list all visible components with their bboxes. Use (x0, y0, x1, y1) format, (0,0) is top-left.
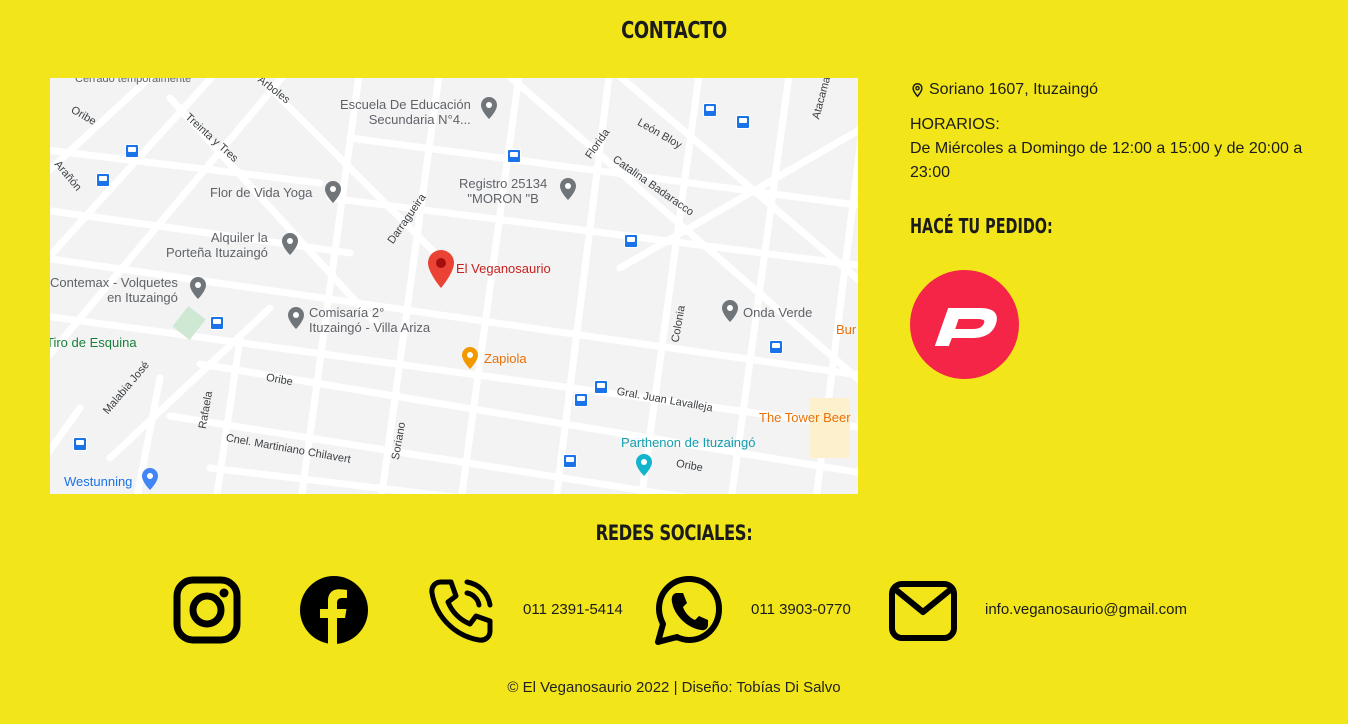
phone-number-1[interactable]: 011 2391-5414 (523, 601, 623, 618)
bus-stop-icon (507, 149, 521, 163)
map-place-cerrado: Cerrado temporalmente (75, 78, 192, 85)
map-pin-icon (282, 233, 298, 255)
map-place-onda-verde: Onda Verde (743, 305, 813, 320)
map-place-flor: Flor de Vida Yoga (210, 185, 313, 200)
hours-text: De Miércoles a Domingo de 12:00 a 15:00 … (910, 140, 1303, 181)
bus-stop-icon (574, 393, 588, 407)
bus-stop-icon (594, 380, 608, 394)
bus-stop-icon (96, 173, 110, 187)
pedidosya-button[interactable] (910, 270, 1019, 379)
map-pin-icon (722, 300, 738, 322)
contact-title: CONTACTO (621, 18, 727, 44)
map-place-registro: Registro 25134 "MORON "B (459, 176, 548, 206)
mail-icon (889, 581, 957, 641)
bus-stop-icon (769, 340, 783, 354)
address-text: Soriano 1607, Ituzaingó (929, 81, 1099, 98)
email-address[interactable]: info.veganosaurio@gmail.com (985, 601, 1187, 618)
footer-credits: © El Veganosaurio 2022 | Diseño: Tobías … (507, 679, 841, 696)
pedidosya-icon (934, 307, 997, 346)
map-pin-icon (462, 347, 478, 369)
whatsapp-link[interactable] (655, 576, 723, 651)
map-pin-icon (142, 468, 158, 490)
map-place-westunning: Westunning (64, 474, 133, 489)
map-pin-icon (325, 181, 341, 203)
bus-stop-icon (73, 437, 87, 451)
phone-link[interactable] (427, 576, 497, 651)
whatsapp-icon (655, 576, 722, 645)
instagram-icon (173, 576, 241, 644)
map-place-comisaria: Comisaría 2° Ituzaingó - Villa Ariza (309, 305, 431, 335)
social-title: REDES SOCIALES: (595, 521, 753, 545)
map-place-tower-beer: The Tower Beer (759, 410, 851, 425)
map-place-parthenon: Parthenon de Ituzaingó (621, 435, 756, 450)
map-marker-icon[interactable] (428, 250, 454, 288)
instagram-link[interactable] (173, 576, 241, 649)
email-link[interactable] (888, 580, 958, 647)
phone-number-2[interactable]: 011 3903-0770 (751, 601, 851, 618)
map-pin-icon (288, 307, 304, 329)
address: Soriano 1607, Ituzaingó (910, 78, 1098, 102)
facebook-link[interactable] (300, 576, 368, 649)
map-place-zapiola: Zapiola (484, 351, 527, 366)
map-place-bur: Bur (836, 322, 857, 337)
bus-stop-icon (703, 103, 717, 117)
map-embed[interactable]: El Veganosaurio Escuela De Educación Sec… (50, 78, 858, 494)
map-pin-icon (190, 277, 206, 299)
phone-icon (429, 579, 493, 643)
bus-stop-icon (563, 454, 577, 468)
map-pin-icon (636, 454, 652, 476)
hours-label: HORARIOS: (910, 116, 1000, 133)
map-pin-icon (560, 178, 576, 200)
map-main-place[interactable]: El Veganosaurio (456, 261, 551, 276)
map-place-contemax: Contemax - Volquetes en Ituzaingó (50, 275, 178, 305)
bus-stop-icon (736, 115, 750, 129)
order-title: HACÉ TU PEDIDO: (910, 214, 1053, 238)
bus-stop-icon (210, 316, 224, 330)
map-place-alquiler: Alquiler la Porteña Ituzaingó (166, 230, 268, 260)
map-pin-icon (481, 97, 497, 119)
map-place-escuela: Escuela De Educación Secundaria N°4... (340, 97, 471, 127)
bus-stop-icon (125, 144, 139, 158)
map-place-tiro: Tiro de Esquina (50, 335, 137, 350)
facebook-icon (300, 576, 368, 644)
bus-stop-icon (624, 234, 638, 248)
location-pin-icon (912, 82, 923, 98)
